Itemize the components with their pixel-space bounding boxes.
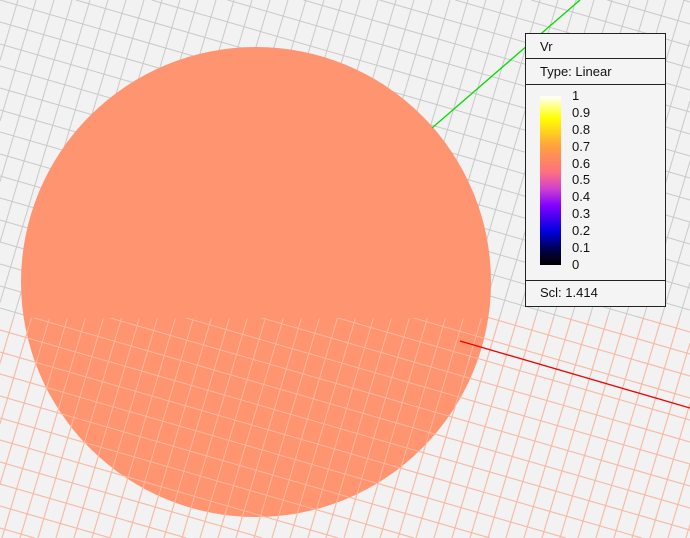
- legend-tick-label: 0.9: [572, 104, 591, 120]
- legend-scale: Scl: 1.414: [540, 285, 598, 300]
- grid-line: [0, 527, 35, 538]
- sphere[interactable]: [21, 47, 491, 517]
- legend-gradient-section: 1 0.9 0.8 0.7 0.6 0.5 0.4 0.3 0.2 0.1 0: [526, 85, 665, 281]
- grid-line: [0, 0, 19, 61]
- legend-type: Type: Linear: [526, 59, 665, 85]
- legend-tick-label: 0.7: [572, 138, 591, 154]
- legend-tick-label: 0.6: [572, 155, 591, 171]
- legend-tick-label: 0.8: [572, 121, 591, 137]
- legend-tick-label: 0.5: [572, 172, 591, 188]
- legend-tick-label: 0.2: [572, 223, 591, 239]
- legend-tick-label: 0.4: [572, 189, 591, 205]
- legend-tick-label: 1: [572, 88, 580, 103]
- grid-line: [0, 0, 37, 122]
- legend-title: Vr: [526, 34, 665, 59]
- grid-line: [685, 524, 690, 538]
- legend-tick-label: 0: [572, 256, 580, 272]
- grid-line: [649, 403, 690, 538]
- legend-tick-label: 0.1: [572, 240, 591, 256]
- legend-ticks: 1 0.9 0.8 0.7 0.6 0.5 0.4 0.3 0.2 0.1 0: [572, 88, 590, 274]
- grid-line: [631, 342, 690, 538]
- x-axis-line: [459, 340, 690, 409]
- color-bar: [540, 96, 561, 265]
- color-legend: Vr Type: Linear 1 0.9 0.8 0.7 0.6 0.5 0.4 0.3 0.…: [525, 33, 666, 307]
- legend-tick-label: 0.3: [572, 206, 591, 222]
